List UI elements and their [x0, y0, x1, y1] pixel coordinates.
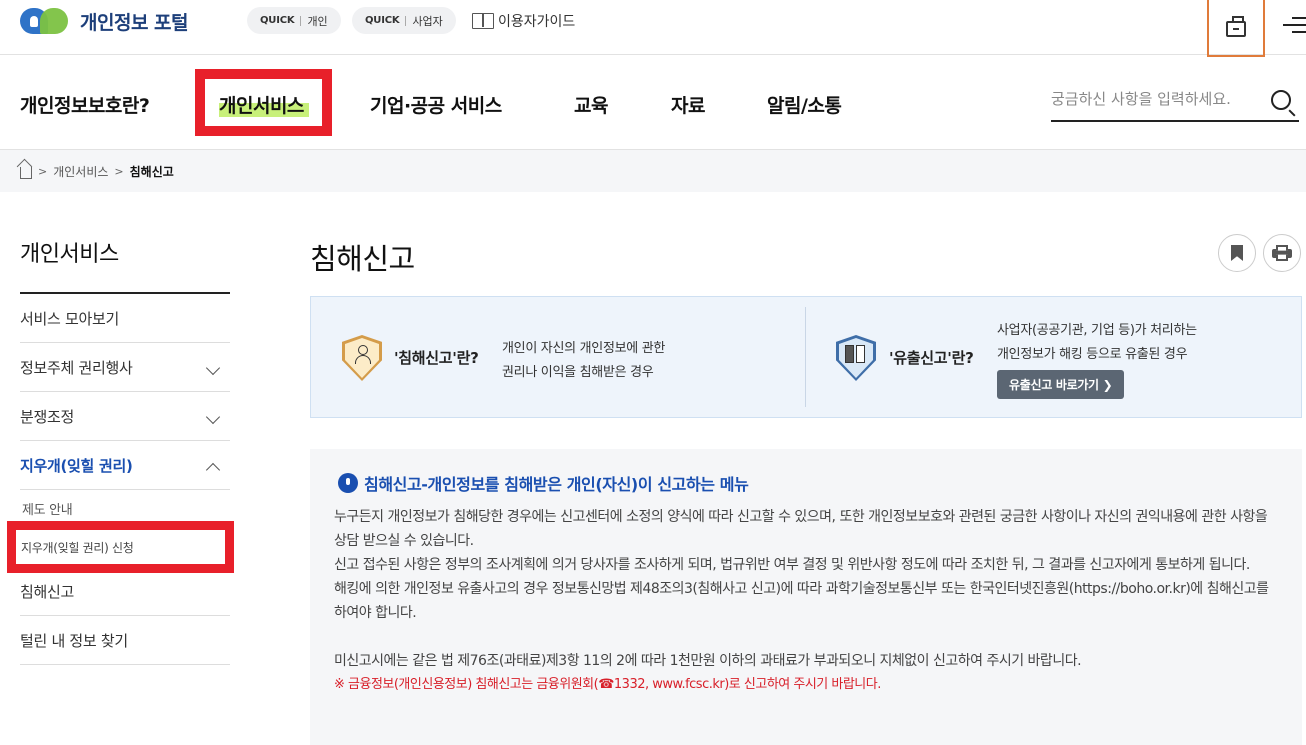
quick-business-button[interactable]: QUICK 사업자 — [352, 7, 456, 34]
chevron-up-icon — [205, 462, 221, 478]
book-icon — [472, 13, 494, 29]
lnb-item-eraser[interactable]: 지우개(잊힐 권리) — [20, 441, 230, 490]
breadcrumb-bar: > 개인서비스 > 침해신고 — [0, 150, 1306, 192]
notice-warning: ※ 금융정보(개인신용정보) 침해신고는 금융위원회(☎1332, www.fc… — [334, 677, 881, 692]
quick-personal-label: 개인 — [307, 14, 328, 28]
infringement-report-desc-1: 개인이 자신의 개인정보에 관한 — [502, 341, 666, 356]
lnb-item-label: 침해신고 — [20, 583, 75, 601]
bookmark-icon — [1231, 245, 1243, 261]
notice-paragraph: 신고 접수된 사항은 정부의 조사계획에 의거 당사자를 조사하게 되며, 법규… — [334, 557, 1250, 573]
notice-paragraph: 미신고시에는 같은 법 제76조(과태료)제3항 11의 2에 따라 1천만원 … — [334, 653, 1082, 669]
lnb-item-label: 분쟁조정 — [20, 408, 75, 426]
gnb-item-about[interactable]: 개인정보보호란? — [20, 91, 150, 118]
lnb-item-dispute-mediation[interactable]: 분쟁조정 — [20, 392, 230, 441]
gnb-item-education[interactable]: 교육 — [574, 91, 608, 118]
notice-heading: 침해신고-개인정보를 침해받은 개인(자신)이 신고하는 메뉴 — [338, 471, 749, 495]
lnb-item-label: 털린 내 정보 찾기 — [20, 632, 128, 650]
notice-heading-text: 침해신고-개인정보를 침해받은 개인(자신)이 신고하는 메뉴 — [364, 475, 749, 494]
site-logo[interactable]: 개인정보 포털 — [20, 6, 189, 36]
chevron-right-icon: > — [38, 165, 48, 178]
info-box: '침해신고'란? 개인이 자신의 개인정보에 관한 권리나 이익을 침해받은 경… — [310, 296, 1302, 418]
infringement-report-desc-2: 권리나 이익을 침해받은 경우 — [502, 365, 654, 380]
lnb-item-rights-exercise[interactable]: 정보주체 권리행사 — [20, 343, 230, 392]
lnb-item-infringement-report[interactable]: 침해신고 — [20, 567, 230, 616]
search-input[interactable] — [1051, 80, 1251, 118]
user-guide-link[interactable]: 이용자가이드 — [472, 11, 575, 31]
top-bar: 개인정보 포털 QUICK 개인 QUICK 사업자 이용자가이드 — [0, 0, 1306, 57]
briefcase-icon — [1226, 16, 1246, 37]
lnb-item-service-collection[interactable]: 서비스 모아보기 — [20, 294, 230, 343]
quick-tag: QUICK — [260, 15, 295, 26]
gnb-item-resources[interactable]: 자료 — [671, 91, 705, 118]
quick-personal-button[interactable]: QUICK 개인 — [247, 7, 341, 34]
leak-report-label: '유출신고'란? — [889, 349, 974, 367]
leak-report-shortcut-button[interactable]: 유출신고 바로가기 ❯ — [997, 370, 1125, 399]
leak-report-desc-2: 개인정보가 해킹 등으로 유출된 경우 — [997, 347, 1188, 362]
lnb-title: 개인서비스 — [20, 242, 119, 267]
logo-icon — [20, 6, 68, 36]
home-icon[interactable] — [20, 166, 32, 179]
lnb-item-label: 지우개(잊힐 권리) — [20, 457, 133, 475]
info-chat-icon — [338, 473, 358, 493]
page-title: 침해신고 — [310, 242, 415, 276]
leak-report-desc-1: 사업자(공공기관, 기업 등)가 처리하는 — [997, 323, 1197, 338]
toolbox-button[interactable] — [1207, 0, 1265, 57]
search-box — [1051, 80, 1299, 122]
logo-text: 개인정보 포털 — [80, 11, 189, 34]
breadcrumb-current: 침해신고 — [129, 165, 174, 179]
lnb-item-label: 서비스 모아보기 — [20, 310, 119, 328]
bookmark-button[interactable] — [1218, 234, 1256, 272]
notice-paragraph: 누구든지 개인정보가 침해당한 경우에는 신고센터에 소정의 양식에 따라 신고… — [334, 509, 1268, 549]
breadcrumb: > 개인서비스 > 침해신고 — [20, 163, 174, 180]
breadcrumb-item[interactable]: 개인서비스 — [53, 163, 108, 180]
gnb-item-business-service[interactable]: 기업·공공 서비스 — [370, 91, 502, 118]
chevron-right-icon: > — [114, 165, 124, 178]
building-shield-icon — [836, 335, 876, 381]
print-button[interactable] — [1263, 234, 1301, 272]
quick-business-label: 사업자 — [412, 14, 443, 28]
hamburger-menu-icon[interactable] — [1283, 15, 1306, 35]
user-guide-label: 이용자가이드 — [498, 14, 576, 30]
notice-paragraph: 해킹에 의한 개인정보 유출사고의 경우 정보통신망법 제48조의3(침해사고 … — [334, 581, 1269, 621]
notice-box: 침해신고-개인정보를 침해받은 개인(자신)이 신고하는 메뉴 누구든지 개인정… — [310, 449, 1302, 745]
lnb-sub-item-guide[interactable]: 제도 안내 — [22, 499, 73, 518]
infringement-report-label: '침해신고'란? — [394, 349, 479, 367]
lnb-sub-item-eraser-request[interactable]: 지우개(잊힐 권리) 신청 — [21, 539, 134, 556]
chevron-down-icon — [205, 360, 221, 376]
person-shield-icon — [342, 335, 382, 381]
lnb-item-leaked-info-search[interactable]: 털린 내 정보 찾기 — [20, 616, 230, 665]
printer-icon — [1272, 245, 1292, 261]
quick-tag: QUICK — [365, 15, 400, 26]
gnb-item-notice[interactable]: 알림/소통 — [767, 91, 842, 118]
notice-body: 누구든지 개인정보가 침해당한 경우에는 신고센터에 소정의 양식에 따라 신고… — [334, 505, 1274, 697]
search-icon[interactable] — [1271, 90, 1291, 110]
lnb-item-label: 정보주체 권리행사 — [20, 359, 133, 377]
info-divider — [805, 307, 806, 407]
gnb-item-personal-service[interactable]: 개인서비스 — [219, 91, 304, 118]
chevron-down-icon — [205, 409, 221, 425]
global-nav: 개인정보보호란? 개인서비스 기업·공공 서비스 교육 자료 알림/소통 — [0, 55, 1306, 150]
